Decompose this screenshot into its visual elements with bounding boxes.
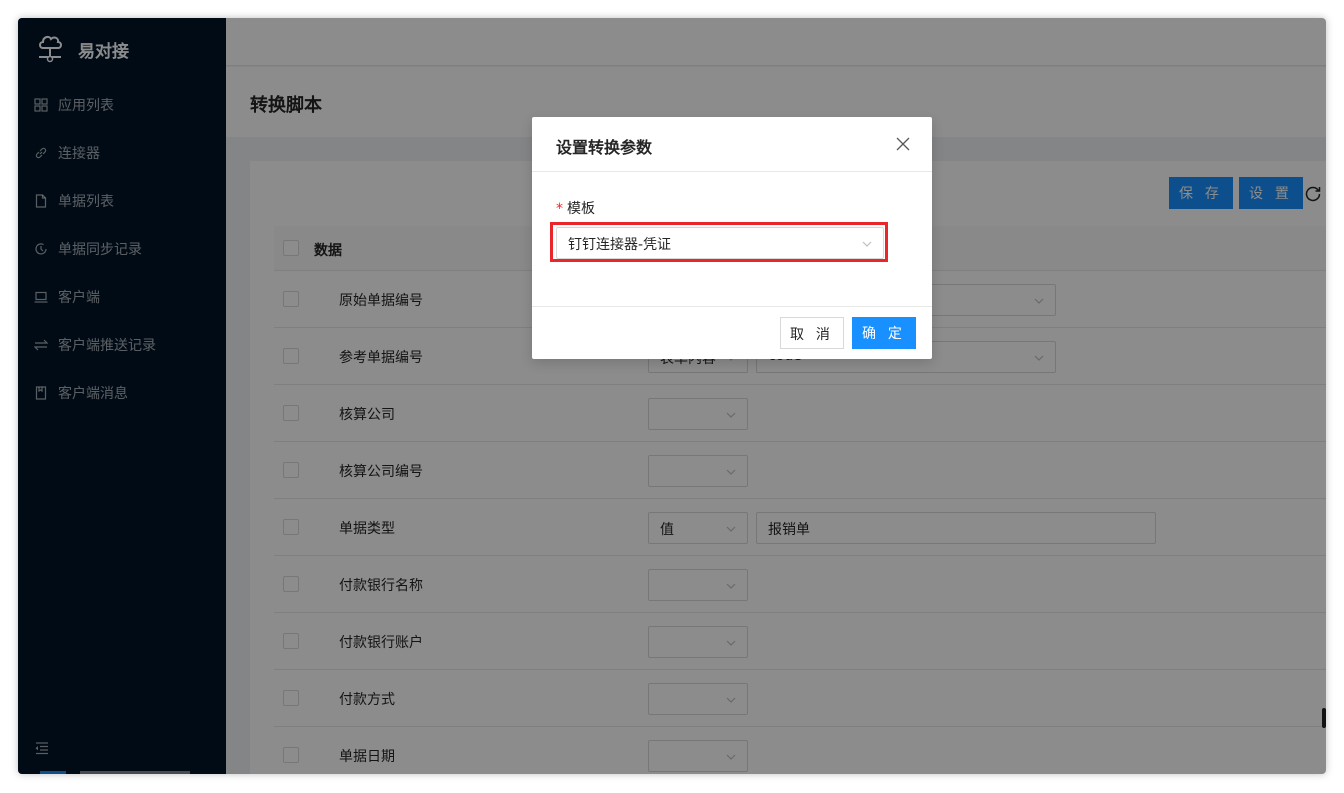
dialog-title: 设置转换参数: [556, 138, 653, 157]
template-select-value: 钉钉连接器-凭证: [568, 237, 672, 253]
app-window: 易对接 应用列表 连接器 单据列表 单据同步记录 客户端 客户端推送记录 客户端…: [18, 18, 1326, 774]
dialog-footer: 取 消 确 定: [532, 306, 932, 359]
dialog-header: 设置转换参数: [532, 117, 932, 172]
ok-button[interactable]: 确 定: [852, 317, 916, 349]
template-label-text: 模板: [567, 201, 595, 217]
required-mark: *: [556, 201, 563, 217]
close-icon[interactable]: [896, 137, 910, 151]
template-field-label: * 模板: [556, 198, 595, 218]
chevron-down-icon: [862, 241, 872, 247]
template-select[interactable]: 钉钉连接器-凭证: [556, 227, 884, 259]
cancel-button[interactable]: 取 消: [780, 317, 844, 349]
settings-dialog: 设置转换参数 * 模板 钉钉连接器-凭证 取 消 确 定: [532, 117, 932, 359]
